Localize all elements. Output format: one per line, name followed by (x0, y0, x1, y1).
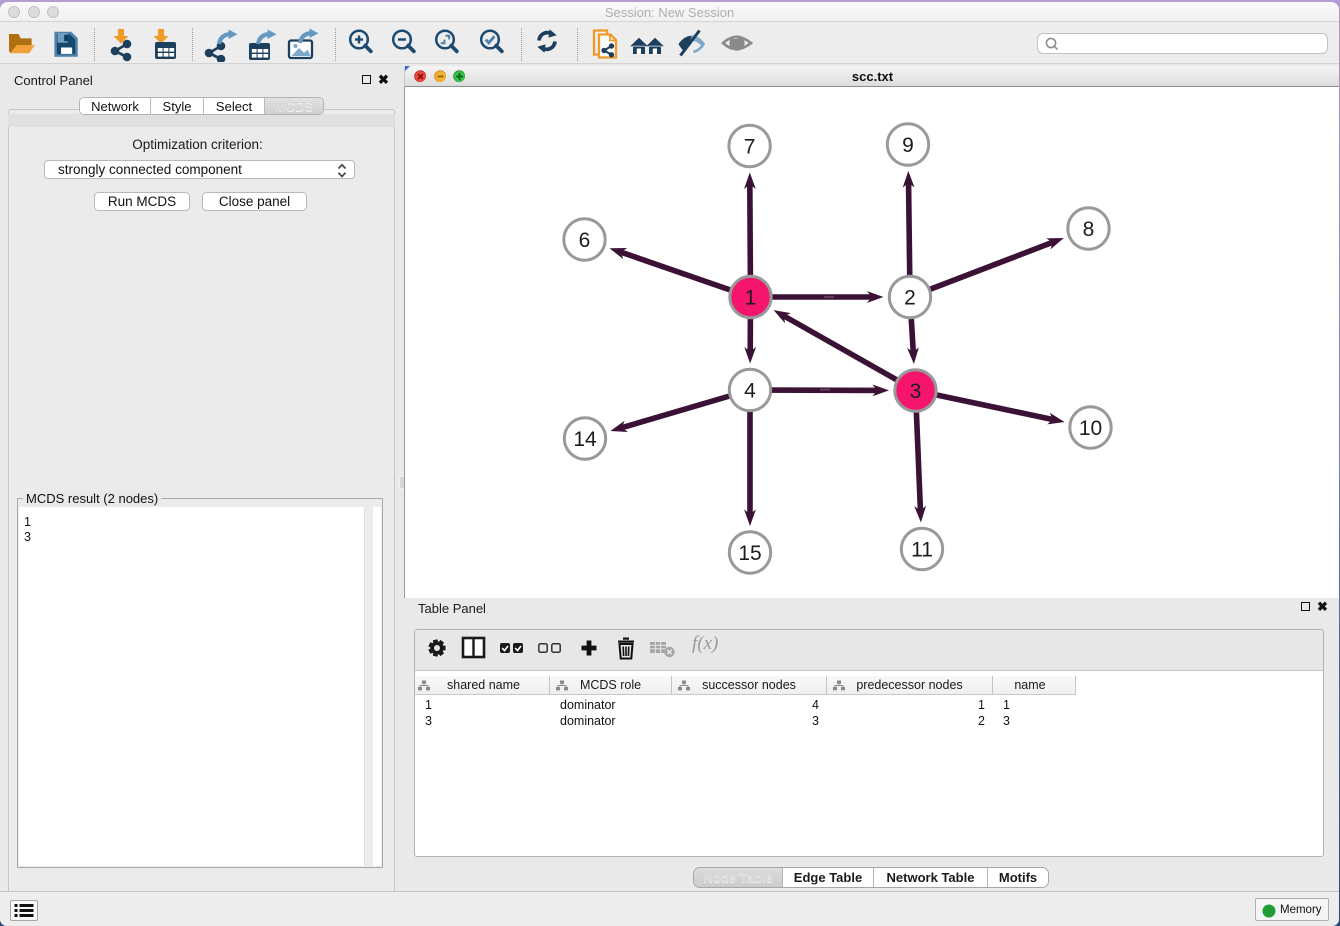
svg-text:8: 8 (1083, 218, 1095, 241)
svg-text:11: 11 (911, 538, 933, 561)
svg-text:6: 6 (579, 229, 591, 252)
svg-text:9: 9 (902, 134, 914, 157)
svg-text:7: 7 (744, 135, 756, 158)
svg-text:2: 2 (904, 286, 916, 309)
svg-text:4: 4 (744, 379, 756, 402)
svg-text:1: 1 (745, 286, 757, 309)
svg-text:15: 15 (738, 542, 761, 565)
svg-text:14: 14 (573, 428, 597, 451)
svg-text:10: 10 (1079, 417, 1102, 440)
svg-text:3: 3 (910, 380, 922, 403)
